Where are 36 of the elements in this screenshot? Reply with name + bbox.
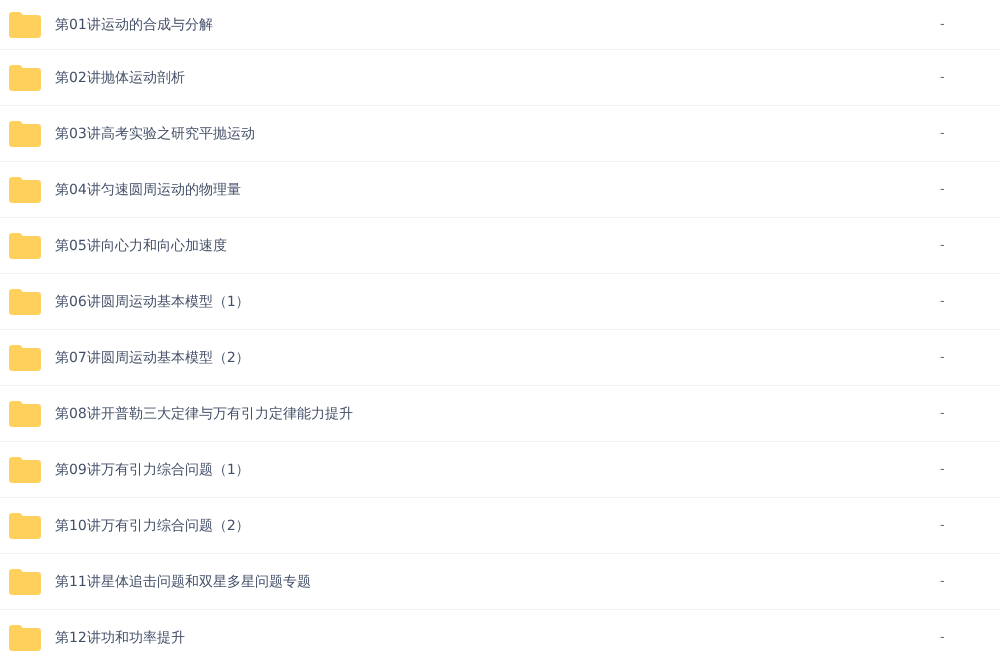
folder-icon xyxy=(9,568,41,594)
file-name[interactable]: 第01讲运动的合成与分解 xyxy=(55,16,940,34)
file-size: - xyxy=(940,126,946,141)
file-name[interactable]: 第09讲万有引力综合问题（1） xyxy=(55,460,940,478)
file-name[interactable]: 第11讲星体追击问题和双星多星问题专题 xyxy=(55,572,940,590)
folder-icon xyxy=(9,232,41,258)
file-name[interactable]: 第04讲匀速圆周运动的物理量 xyxy=(55,180,940,198)
file-size: - xyxy=(940,350,946,365)
file-size: - xyxy=(940,462,946,477)
folder-icon xyxy=(9,288,41,314)
folder-icon xyxy=(9,12,41,38)
file-name[interactable]: 第12讲功和功率提升 xyxy=(55,628,940,646)
folder-icon xyxy=(9,64,41,90)
file-size: - xyxy=(940,70,946,85)
folder-icon xyxy=(9,456,41,482)
folder-icon xyxy=(9,624,41,650)
file-size: - xyxy=(940,406,946,421)
file-size: - xyxy=(940,574,946,589)
file-size: - xyxy=(940,238,946,253)
file-name[interactable]: 第02讲抛体运动剖析 xyxy=(55,68,940,86)
file-name[interactable]: 第10讲万有引力综合问题（2） xyxy=(55,516,940,534)
file-name[interactable]: 第08讲开普勒三大定律与万有引力定律能力提升 xyxy=(55,404,940,422)
file-size: - xyxy=(940,630,946,645)
folder-icon xyxy=(9,400,41,426)
file-size: - xyxy=(940,294,946,309)
folder-icon xyxy=(9,176,41,202)
folder-icon xyxy=(9,344,41,370)
file-name[interactable]: 第06讲圆周运动基本模型（1） xyxy=(55,292,940,310)
file-name[interactable]: 第05讲向心力和向心加速度 xyxy=(55,236,940,254)
file-size: - xyxy=(940,17,946,32)
file-name[interactable]: 第03讲高考实验之研究平抛运动 xyxy=(55,124,940,142)
folder-icon xyxy=(9,512,41,538)
file-name[interactable]: 第07讲圆周运动基本模型（2） xyxy=(55,348,940,366)
file-size: - xyxy=(940,182,946,197)
file-size: - xyxy=(940,518,946,533)
folder-icon xyxy=(9,120,41,146)
